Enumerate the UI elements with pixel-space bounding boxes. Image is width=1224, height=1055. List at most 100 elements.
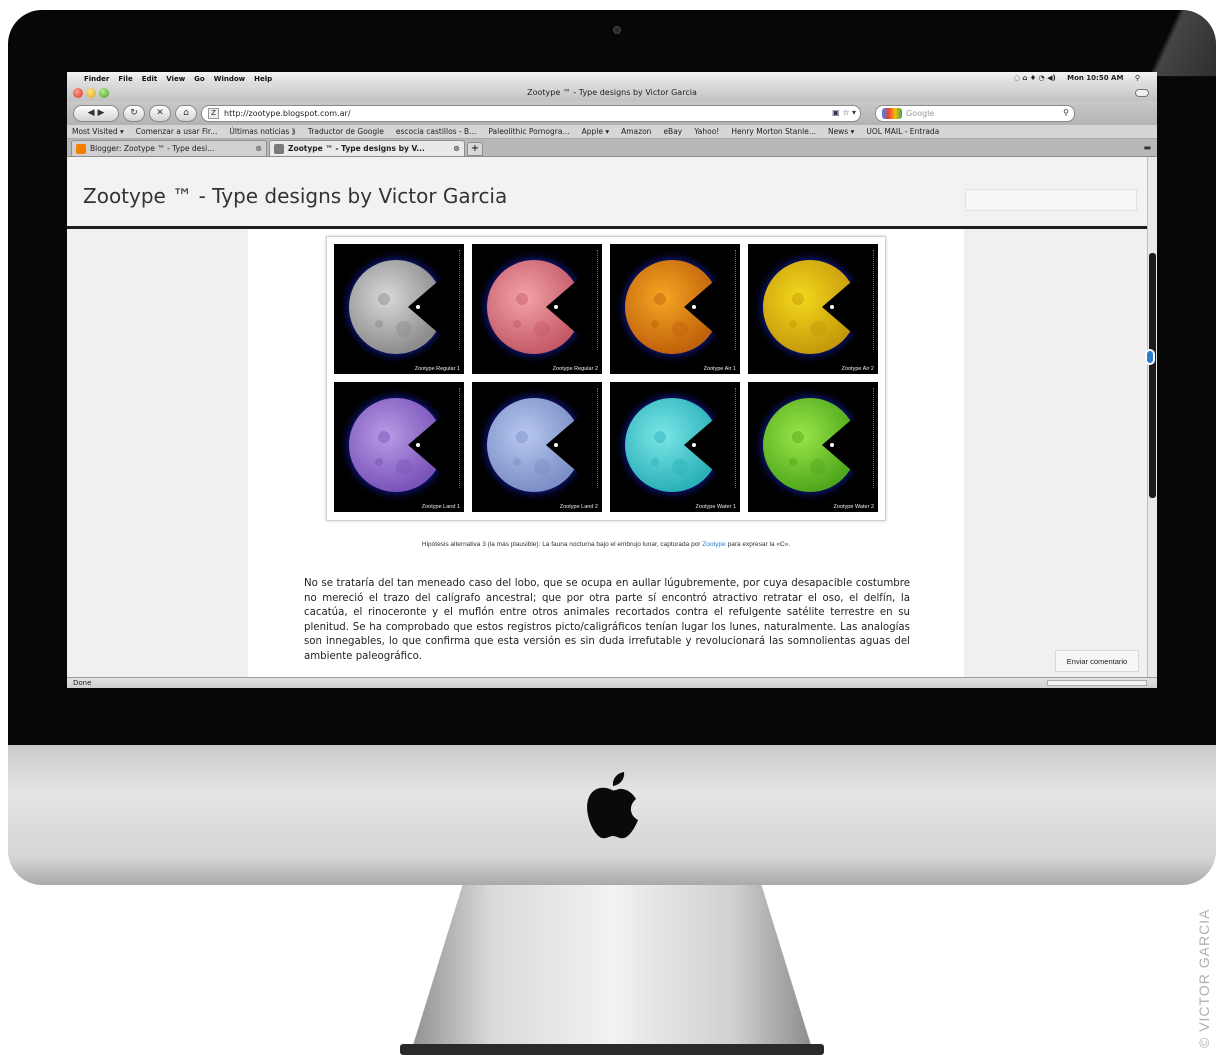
- bookmark-item[interactable]: Henry Morton Stanle...: [731, 127, 816, 136]
- window-titlebar: Zootype ™ - Type designs by Victor Garci…: [67, 85, 1157, 101]
- stop-button[interactable]: ✕: [149, 104, 171, 122]
- screen: Finder File Edit View Go Window Help ◌ ⌂…: [67, 72, 1157, 688]
- moon-tile[interactable]: Zootype Land 2: [472, 382, 602, 512]
- back-forward-button[interactable]: ◀ ▶: [73, 104, 119, 122]
- menu-file[interactable]: File: [118, 75, 132, 83]
- reload-button[interactable]: ↻: [123, 104, 145, 122]
- url-text[interactable]: http://zootype.blogspot.com.ar/: [224, 109, 351, 118]
- photo-credit: © VICTOR GARCIA: [1196, 908, 1212, 1048]
- page-content: Zootype ™ - Type designs by Victor Garci…: [67, 157, 1147, 677]
- menu-finder[interactable]: Finder: [84, 75, 109, 83]
- site-favicon-icon: Z: [208, 107, 219, 119]
- moon-illustration-icon: [614, 387, 734, 503]
- forward-arrow-icon[interactable]: ▶: [97, 108, 104, 118]
- menu-edit[interactable]: Edit: [142, 75, 158, 83]
- tile-label: Zootype Air 1: [703, 366, 736, 372]
- page-scrollbar[interactable]: [1145, 157, 1157, 677]
- bookmark-item[interactable]: Most Visited ▾: [72, 127, 124, 136]
- moon-tile[interactable]: Zootype Water 1: [610, 382, 740, 512]
- search-icon[interactable]: ⚲: [1063, 108, 1069, 117]
- moon-illustration-icon: [752, 387, 872, 503]
- tile-side-text: [597, 388, 600, 488]
- back-arrow-icon[interactable]: ◀: [88, 108, 95, 118]
- scroll-handle-icon[interactable]: [1145, 349, 1155, 365]
- navigation-toolbar: ◀ ▶ ↻ ✕ ⌂ Z http://zootype.blogspot.com.…: [67, 101, 1157, 125]
- close-tab-icon[interactable]: ⊗: [255, 144, 262, 153]
- tab-label: Zootype ™ - Type designs by V...: [288, 144, 425, 153]
- tab-blogger[interactable]: Blogger: Zootype ™ - Type desi... ⊗: [71, 140, 267, 156]
- tile-side-text: [597, 250, 600, 350]
- status-text: Done: [73, 679, 92, 687]
- moon-illustration-icon: [752, 249, 872, 365]
- apple-logo-icon: [587, 772, 638, 839]
- blog-header: Zootype ™ - Type designs by Victor Garci…: [67, 157, 1147, 229]
- moon-tile[interactable]: Zootype Water 2: [748, 382, 878, 512]
- moon-tile[interactable]: Zootype Land 1: [334, 382, 464, 512]
- tile-label: Zootype Water 1: [695, 504, 736, 510]
- url-bar[interactable]: Z http://zootype.blogspot.com.ar/ ▣ ☆ ▾: [201, 104, 861, 122]
- blog-title[interactable]: Zootype ™ - Type designs by Victor Garci…: [83, 184, 507, 208]
- mac-menubar: Finder File Edit View Go Window Help ◌ ⌂…: [67, 72, 1157, 85]
- close-tab-icon[interactable]: ⊗: [453, 144, 460, 153]
- bookmark-item[interactable]: News ▾: [828, 127, 854, 136]
- close-window-icon[interactable]: [73, 88, 83, 98]
- tile-label: Zootype Air 2: [841, 366, 874, 372]
- blog-search-input[interactable]: [965, 189, 1137, 211]
- rss-bookmark-star-icon[interactable]: ▣ ☆ ▾: [832, 108, 856, 117]
- menubar-clock[interactable]: Mon 10:50 AM: [1067, 74, 1123, 82]
- status-progress: [1047, 680, 1147, 686]
- moon-tile[interactable]: Zootype Regular 1: [334, 244, 464, 374]
- send-comment-button[interactable]: Enviar comentario: [1055, 650, 1139, 672]
- menu-view[interactable]: View: [166, 75, 185, 83]
- tile-label: Zootype Land 2: [559, 504, 598, 510]
- bookmark-item[interactable]: Traductor de Google: [308, 127, 384, 136]
- imac-stand: [410, 885, 814, 1055]
- tile-label: Zootype Regular 2: [552, 366, 598, 372]
- zootype-link[interactable]: Zootype: [702, 541, 726, 548]
- scrollbar-thumb[interactable]: [1149, 253, 1156, 498]
- bookmarks-toolbar: Most Visited ▾ Comenzar a usar Fir... Úl…: [67, 125, 1157, 139]
- spotlight-icon[interactable]: ⚲: [1135, 74, 1140, 82]
- bookmark-item[interactable]: Apple ▾: [582, 127, 610, 136]
- post-body: No se trataría del tan meneado caso del …: [304, 578, 910, 662]
- moon-tile[interactable]: Zootype Air 1: [610, 244, 740, 374]
- minimize-window-icon[interactable]: [86, 88, 96, 98]
- bookmark-item[interactable]: Comenzar a usar Fir...: [136, 127, 218, 136]
- tile-side-text: [459, 250, 462, 350]
- caption-text-end: para expresar la «C».: [725, 541, 791, 548]
- tab-list-icon[interactable]: ▬: [1143, 143, 1151, 152]
- wifi-icon[interactable]: ◌ ⌂ ♦ ◔ ◀): [1014, 74, 1056, 82]
- bookmark-item[interactable]: Yahoo!: [694, 127, 719, 136]
- tile-side-text: [873, 250, 876, 350]
- zoom-window-icon[interactable]: [99, 88, 109, 98]
- tab-bar: Blogger: Zootype ™ - Type desi... ⊗ Zoot…: [67, 139, 1157, 157]
- google-engine-icon[interactable]: [882, 107, 902, 119]
- moon-tile[interactable]: Zootype Air 2: [748, 244, 878, 374]
- bookmark-item[interactable]: UOL MAIL - Entrada: [866, 127, 939, 136]
- zootype-image-grid[interactable]: Zootype Regular 1 Zootype Regular 2 Zootyp…: [326, 236, 886, 521]
- window-controls: [73, 88, 109, 98]
- toolbar-toggle-button[interactable]: [1135, 89, 1149, 97]
- bookmark-item[interactable]: Paleolithic Pornogra...: [488, 127, 569, 136]
- tab-label: Blogger: Zootype ™ - Type desi...: [90, 144, 215, 153]
- window-title: Zootype ™ - Type designs by Victor Garci…: [527, 88, 697, 97]
- image-caption: Hipótesis alternativa 3 (la más plausibl…: [248, 541, 964, 548]
- blogger-icon: [76, 143, 86, 154]
- bookmark-item[interactable]: Últimas noticias ⟫: [229, 127, 295, 136]
- search-input[interactable]: Google ⚲: [875, 104, 1075, 122]
- bookmark-item[interactable]: Amazon: [621, 127, 651, 136]
- tile-side-text: [735, 250, 738, 350]
- moon-illustration-icon: [476, 387, 596, 503]
- menu-help[interactable]: Help: [254, 75, 272, 83]
- menu-go[interactable]: Go: [194, 75, 205, 83]
- menubar-status: ◌ ⌂ ♦ ◔ ◀) Mon 10:50 AM ⚲: [1014, 74, 1149, 82]
- tab-zootype[interactable]: Zootype ™ - Type designs by V... ⊗: [269, 140, 465, 156]
- moon-tile[interactable]: Zootype Regular 2: [472, 244, 602, 374]
- bookmark-item[interactable]: eBay: [663, 127, 682, 136]
- status-bar: Done: [67, 677, 1157, 688]
- menu-window[interactable]: Window: [214, 75, 245, 83]
- home-button[interactable]: ⌂: [175, 104, 197, 122]
- bookmark-item[interactable]: escocia castillos - B...: [396, 127, 477, 136]
- new-tab-button[interactable]: +: [467, 142, 483, 156]
- tile-label: Zootype Water 2: [833, 504, 874, 510]
